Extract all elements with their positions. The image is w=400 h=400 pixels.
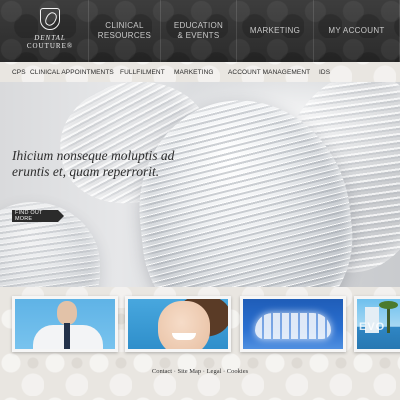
doctor-head — [57, 301, 77, 325]
subnav-cps[interactable]: CPS — [12, 69, 30, 76]
nav-education-events[interactable]: EDUCATION & EVENTS — [160, 0, 236, 62]
nav-clinical-resources[interactable]: CLINICAL RESOURCES — [88, 0, 160, 62]
clear-aligner-photo-icon — [255, 313, 331, 339]
subnav-marketing[interactable]: MARKETING — [174, 69, 228, 76]
site-header: DENTAL COUTURE® CLINICAL RESOURCES EDUCA… — [0, 0, 400, 62]
logo-line-2: COUTURE® — [26, 42, 74, 50]
thumb-venue[interactable]: EVO — [354, 296, 400, 352]
dental-couture-logo[interactable]: DENTAL COUTURE® — [22, 8, 78, 56]
main-nav: CLINICAL RESOURCES EDUCATION & EVENTS MA… — [88, 0, 400, 62]
sub-nav: CPS CLINICAL APPOINTMENTS FULLFILMENT MA… — [0, 62, 400, 82]
thumb-doctor[interactable] — [12, 296, 118, 352]
footer-links[interactable]: Contact · Site Map · Legal · Cookies — [0, 368, 400, 375]
doctor-tie — [64, 323, 70, 349]
feature-thumbnails: EVO — [0, 296, 400, 352]
logo-line-1: DENTAL — [34, 34, 66, 42]
subnav-clinical-appointments[interactable]: CLINICAL APPOINTMENTS — [30, 69, 120, 76]
smiling-woman-photo-icon — [158, 301, 210, 349]
subnav-ids[interactable]: IDS — [319, 69, 339, 76]
venue-sign: EVO — [359, 321, 386, 333]
thumb-aligner[interactable] — [240, 296, 346, 352]
nav-marketing[interactable]: MARKETING — [236, 0, 313, 62]
hero-banner: Ihicium nonseque moluptis ad eruntis et,… — [0, 82, 400, 287]
subnav-account-management[interactable]: ACCOUNT MANAGEMENT — [228, 69, 319, 76]
palm-tree-icon — [379, 301, 398, 333]
hero-headline: Ihicium nonseque moluptis ad eruntis et,… — [12, 148, 175, 179]
thumb-smile[interactable] — [125, 296, 231, 352]
find-out-more-button[interactable]: FIND OUT MORE — [12, 210, 64, 222]
smile-teeth — [172, 333, 196, 340]
nav-my-account[interactable]: MY ACCOUNT — [313, 0, 400, 62]
subnav-fulfilment[interactable]: FULLFILMENT — [120, 69, 174, 76]
shield-icon — [40, 8, 60, 30]
